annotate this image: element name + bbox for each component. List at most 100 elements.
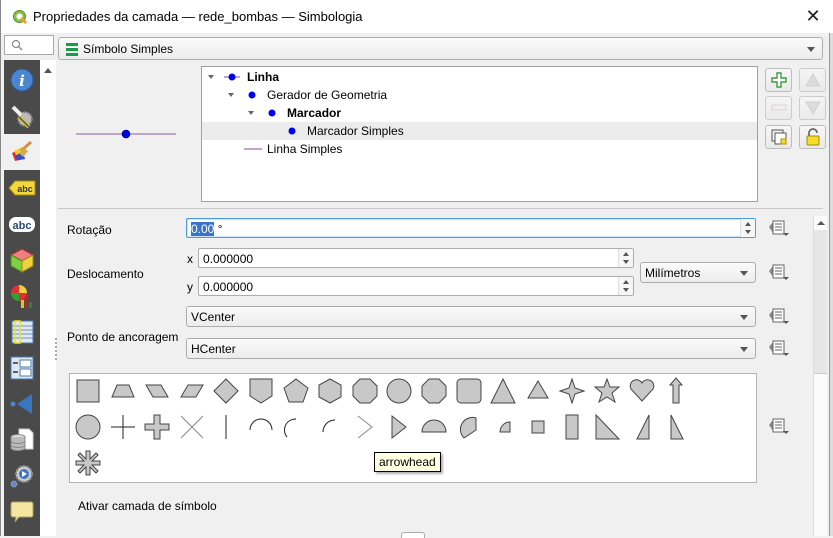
sidebar-item-information[interactable]: i xyxy=(4,62,40,98)
offset-label: Deslocamento xyxy=(67,267,144,281)
shape-parallelogram-left[interactable] xyxy=(177,376,207,406)
offset-unit-combo[interactable]: Milímetros xyxy=(640,262,756,283)
expand-arrow-icon[interactable] xyxy=(248,111,254,115)
anchor-vertical-combo[interactable]: VCenter xyxy=(186,306,756,327)
offset-x-spin-arrows[interactable] xyxy=(618,249,633,267)
shape-trapezoid[interactable] xyxy=(108,376,138,406)
shape-arrow[interactable] xyxy=(661,376,691,406)
scrollbar-thumb[interactable] xyxy=(814,230,827,374)
shape-rounded-square[interactable] xyxy=(454,376,484,406)
sidebar-item-source[interactable] xyxy=(4,98,40,134)
anchor-horizontal-combo[interactable]: HCenter xyxy=(186,338,756,359)
third-arc-icon xyxy=(283,418,296,438)
sidebar-item-actions[interactable] xyxy=(4,458,40,494)
expand-arrow-icon[interactable] xyxy=(208,75,214,79)
shape-octagon[interactable] xyxy=(350,376,380,406)
sidebar-item-symbology[interactable] xyxy=(4,134,40,170)
enable-symbol-layer-checkbox[interactable] xyxy=(401,532,425,538)
shape-half-square[interactable] xyxy=(557,412,587,442)
shape-heart[interactable] xyxy=(627,376,657,406)
tree-row-marcador[interactable]: Marcador xyxy=(202,104,757,122)
remove-symbol-layer-button[interactable] xyxy=(765,96,792,120)
shape-arrowhead[interactable] xyxy=(350,412,380,442)
lock-layer-button[interactable] xyxy=(799,125,826,149)
spin-up-icon[interactable] xyxy=(745,222,751,226)
shape-right-half-triangle[interactable] xyxy=(592,412,622,442)
layer-properties-dialog: Propriedades da camada — rede_bombas — S… xyxy=(0,0,833,538)
renderer-type-combo[interactable]: Símbolo Simples xyxy=(58,37,823,60)
shape-third-circle[interactable] xyxy=(454,412,484,442)
tree-row-linha[interactable]: Linha xyxy=(202,68,757,86)
sidebar-item-display[interactable] xyxy=(4,494,40,530)
spin-up-icon[interactable] xyxy=(623,252,629,256)
shape-data-defined-button[interactable] xyxy=(765,416,791,436)
shape-asterisk-fill[interactable] xyxy=(73,448,103,478)
shape-star[interactable] xyxy=(592,376,622,406)
shape-shield[interactable] xyxy=(246,376,276,406)
offset-x-spinbox[interactable]: 0.000000 xyxy=(198,248,634,268)
rotation-spinbox[interactable]: 0.00 ° xyxy=(186,218,756,238)
move-up-button[interactable] xyxy=(799,68,826,92)
shape-third-arc[interactable] xyxy=(281,412,311,442)
spin-down-icon[interactable] xyxy=(623,288,629,292)
shape-line[interactable] xyxy=(211,412,241,442)
half-circle-icon xyxy=(421,419,447,433)
anchor-horizontal-data-defined-button[interactable] xyxy=(765,338,791,358)
shape-triangle[interactable] xyxy=(488,376,518,406)
spin-down-icon[interactable] xyxy=(623,260,629,264)
tree-row-marcador-simples[interactable]: Marcador Simples xyxy=(202,122,757,140)
shape-decagon[interactable] xyxy=(384,376,414,406)
properties-scrollbar[interactable] xyxy=(813,216,827,536)
sidebar-item-auxiliary-storage[interactable] xyxy=(4,422,40,458)
shape-parallelogram-right[interactable] xyxy=(142,376,172,406)
scroll-up-arrow-icon[interactable] xyxy=(44,68,52,73)
tree-row-gerador-geometria[interactable]: Gerador de Geometria xyxy=(202,86,757,104)
shape-quarter-square[interactable] xyxy=(523,412,553,442)
shape-cross-fill[interactable] xyxy=(142,412,172,442)
shape-filled-arrowhead[interactable] xyxy=(384,412,414,442)
sidebar-item-labels[interactable]: abc xyxy=(4,170,40,206)
sidebar-item-diagrams[interactable] xyxy=(4,278,40,314)
shape-semi-arc[interactable] xyxy=(246,412,276,442)
shape-diagonal-half-square[interactable] xyxy=(661,412,691,442)
shape-square[interactable] xyxy=(73,376,103,406)
offset-y-spin-arrows[interactable] xyxy=(618,277,633,295)
tree-row-linha-simples[interactable]: Linha Simples xyxy=(202,140,757,158)
anchor-vertical-data-defined-button[interactable] xyxy=(765,306,791,326)
sidebar-item-masks[interactable]: abc xyxy=(4,206,40,242)
spin-up-icon[interactable] xyxy=(623,280,629,284)
shape-hexagon[interactable] xyxy=(315,376,345,406)
sidebar-item-fields[interactable] xyxy=(4,314,40,350)
shape-equilateral-triangle[interactable] xyxy=(523,376,553,406)
shape-quarter-circle[interactable] xyxy=(488,412,518,442)
shape-left-half-triangle[interactable] xyxy=(627,412,657,442)
rotation-spin-arrows[interactable] xyxy=(740,219,755,237)
chevron-down-icon xyxy=(740,347,748,352)
offset-y-spinbox[interactable]: 0.000000 xyxy=(198,276,634,296)
expand-arrow-icon[interactable] xyxy=(228,93,234,97)
shape-diamond[interactable] xyxy=(211,376,241,406)
line-symbol-icon xyxy=(244,148,262,150)
shape-quarter-arc[interactable] xyxy=(315,412,345,442)
scroll-up-arrow-icon[interactable] xyxy=(817,221,825,225)
rotation-data-defined-button[interactable] xyxy=(765,218,791,238)
shape-rounded-octagon[interactable] xyxy=(419,376,449,406)
offset-data-defined-button[interactable] xyxy=(765,262,791,282)
close-button[interactable]: ✕ xyxy=(804,7,822,25)
duplicate-symbol-layer-button[interactable] xyxy=(765,125,792,149)
search-input[interactable] xyxy=(4,35,54,55)
sidebar-item-3d-view[interactable] xyxy=(4,242,40,278)
shape-pentagon[interactable] xyxy=(281,376,311,406)
add-symbol-layer-button[interactable] xyxy=(765,68,792,92)
shape-half-circle[interactable] xyxy=(419,412,449,442)
shape-circle[interactable] xyxy=(73,412,103,442)
move-down-button[interactable] xyxy=(799,96,826,120)
sidebar-item-attributes-form[interactable] xyxy=(4,350,40,386)
sidebar-item-joins[interactable] xyxy=(4,386,40,422)
spin-down-icon[interactable] xyxy=(745,230,751,234)
splitter-divider[interactable] xyxy=(58,208,823,209)
shape-four-point-star[interactable] xyxy=(557,376,587,406)
splitter-handle[interactable] xyxy=(55,338,57,360)
shape-cross2[interactable] xyxy=(177,412,207,442)
shape-cross[interactable] xyxy=(108,412,138,442)
